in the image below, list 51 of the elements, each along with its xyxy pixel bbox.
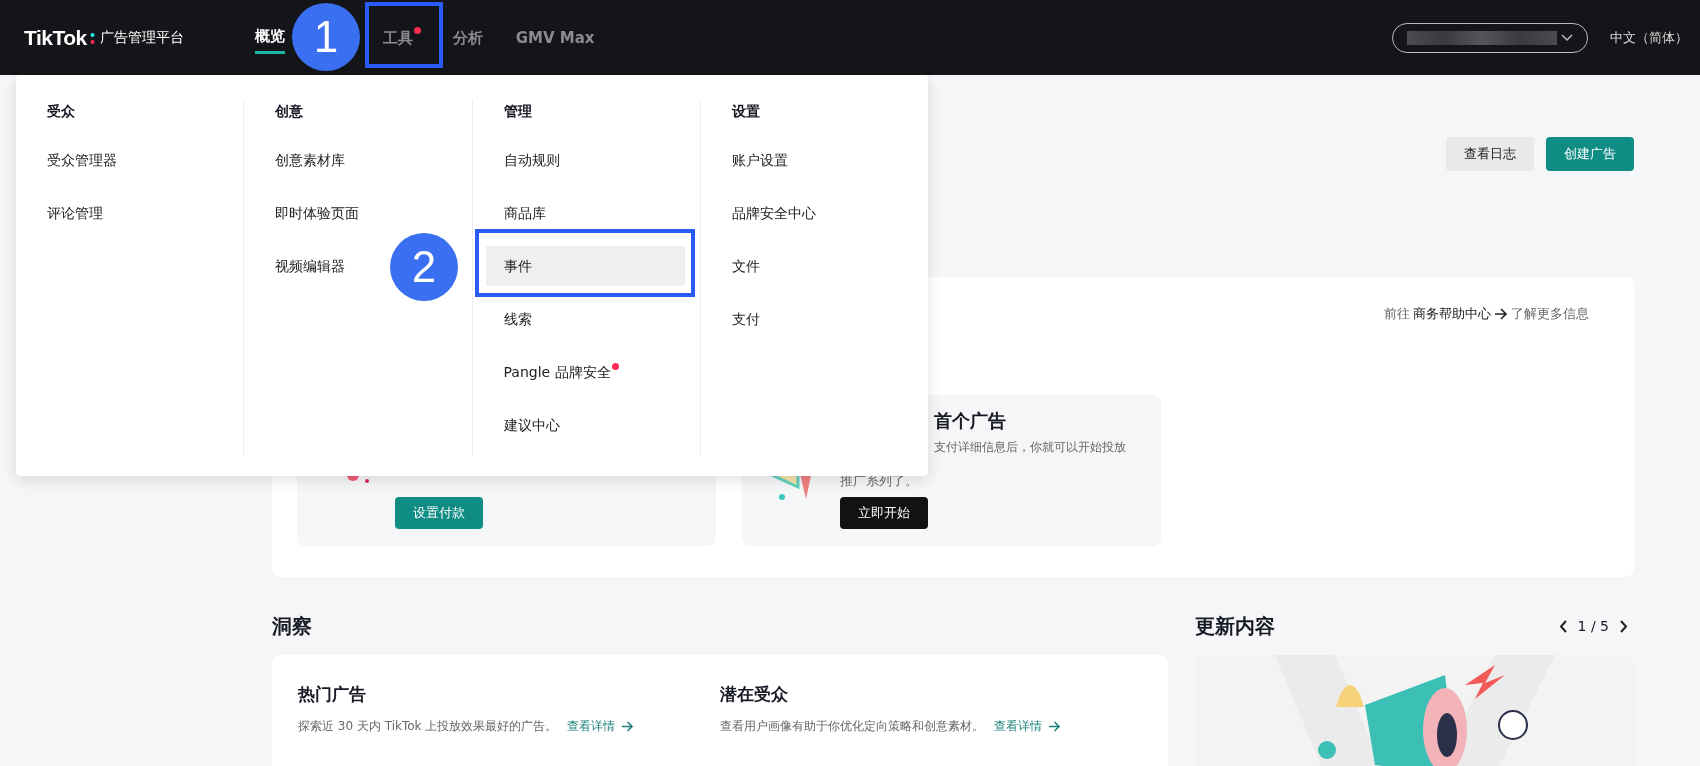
menu-item[interactable]: 即时体验页面 bbox=[257, 192, 372, 233]
view-details-link[interactable]: 查看详情 bbox=[994, 718, 1042, 735]
nav-tab[interactable]: GMV Max bbox=[515, 22, 595, 53]
chevron-left-icon[interactable] bbox=[1558, 619, 1568, 633]
menu-item[interactable]: 支付 bbox=[713, 298, 772, 339]
menu-item[interactable]: 创意素材库 bbox=[257, 139, 358, 180]
arrow-right-icon bbox=[1048, 721, 1061, 732]
header-button[interactable]: 创建广告 bbox=[1546, 137, 1634, 171]
insight-title: 热门广告 bbox=[298, 683, 367, 706]
section-title: 洞察 bbox=[272, 613, 312, 640]
menu-item[interactable]: 线索 bbox=[485, 298, 544, 339]
logo-colon-icon bbox=[89, 30, 95, 45]
menu-heading: 创意 bbox=[274, 102, 305, 121]
menu-item[interactable]: 视频编辑器 bbox=[257, 245, 358, 286]
task-button[interactable]: 设置付款 bbox=[395, 497, 483, 529]
help-text: 前往 bbox=[1384, 305, 1410, 323]
platform-name: 广告管理平台 bbox=[99, 28, 184, 47]
arrow-right-icon bbox=[621, 721, 635, 732]
menu-heading: 管理 bbox=[502, 102, 533, 121]
page-indicator: 1 / 5 bbox=[1577, 618, 1609, 634]
logo[interactable]: TikTok bbox=[24, 25, 87, 50]
chevron-down-icon bbox=[1561, 33, 1573, 42]
help-text: 了解更多信息 bbox=[1511, 305, 1589, 323]
language-selector[interactable]: 中文（简体） bbox=[1610, 28, 1688, 47]
menu-item[interactable]: 品牌安全中心 bbox=[713, 192, 828, 233]
nav-tab[interactable]: 分析 bbox=[452, 22, 483, 53]
arrow-right-icon bbox=[1494, 308, 1508, 320]
header-button[interactable]: 查看日志 bbox=[1446, 137, 1534, 171]
menu-item[interactable]: 文件 bbox=[713, 245, 772, 286]
menu-item[interactable]: 自动规则 bbox=[485, 139, 572, 180]
menu-heading: 设置 bbox=[730, 102, 761, 121]
chevron-right-icon[interactable] bbox=[1619, 619, 1628, 633]
task-button[interactable]: 立即开始 bbox=[840, 497, 928, 529]
nav-tab[interactable]: 概览 bbox=[254, 21, 285, 54]
menu-item[interactable]: 建议中心 bbox=[485, 404, 572, 445]
view-details-link[interactable]: 查看详情 bbox=[567, 718, 616, 735]
task-description: 支付详细信息后，你就可以开始投放 bbox=[934, 439, 1126, 456]
menu-item[interactable]: 账户设置 bbox=[713, 139, 800, 180]
task-title: 首个广告 bbox=[934, 409, 1006, 433]
help-center-link[interactable]: 商务帮助中心 bbox=[1413, 305, 1491, 323]
menu-item[interactable]: 评论管理 bbox=[29, 192, 115, 233]
menu-item[interactable]: 商品库 bbox=[485, 192, 558, 233]
menu-item[interactable]: 受众管理器 bbox=[29, 139, 129, 180]
menu-heading: 受众 bbox=[46, 102, 76, 121]
menu-item[interactable]: Pangle 品牌安全 bbox=[485, 351, 631, 392]
insight-title: 潜在受众 bbox=[720, 683, 789, 706]
insight-text: 探索近 30 天内 TikTok 上投放效果最好的广告。 bbox=[298, 718, 558, 735]
section-title: 更新内容 bbox=[1195, 613, 1275, 640]
insight-text: 查看用户画像有助于你优化定向策略和创意素材。 bbox=[720, 718, 984, 735]
menu-item[interactable]: 事件 bbox=[485, 245, 685, 286]
nav-tab[interactable]: 工具 bbox=[382, 22, 421, 53]
